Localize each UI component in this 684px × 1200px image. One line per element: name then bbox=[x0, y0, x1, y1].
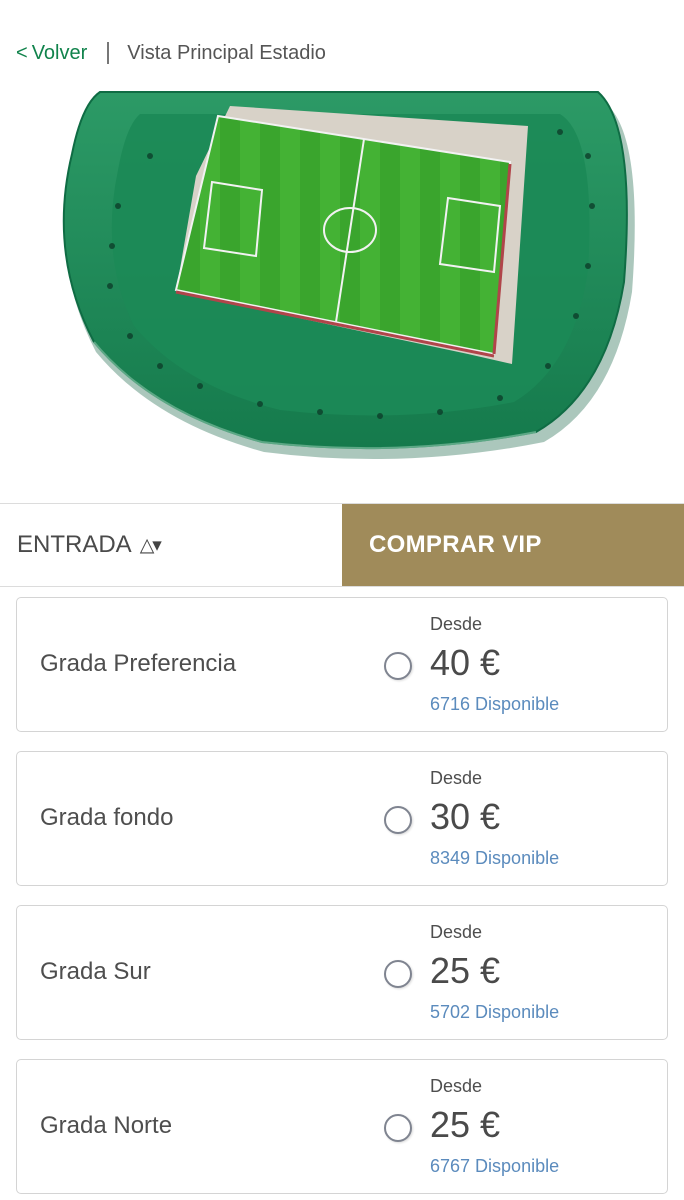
availability-text: 6767 Disponible bbox=[430, 1156, 560, 1176]
buy-vip-button[interactable]: COMPRAR VIP bbox=[342, 504, 684, 586]
back-button[interactable]: < Volver bbox=[16, 42, 87, 65]
section-name: Grada fondo bbox=[40, 804, 174, 831]
chevron-left-icon: < bbox=[16, 42, 28, 64]
stadium-illustration bbox=[62, 91, 635, 460]
tab-entrada-label: ENTRADA bbox=[17, 531, 132, 558]
from-label: Desde bbox=[430, 1076, 483, 1096]
select-radio[interactable] bbox=[384, 806, 412, 834]
breadcrumb-separator bbox=[107, 42, 110, 64]
section-card-sur[interactable]: Grada Sur Desde 25 € 5702 Disponible bbox=[16, 905, 668, 1040]
stadium-map[interactable] bbox=[0, 86, 684, 506]
select-radio[interactable] bbox=[384, 652, 412, 680]
tab-entrada[interactable]: ENTRADA △▾ bbox=[0, 504, 342, 586]
top-navigation: < Volver Vista Principal Estadio bbox=[0, 0, 684, 86]
availability-text: 6716 Disponible bbox=[430, 694, 560, 714]
section-name: Grada Sur bbox=[40, 958, 151, 985]
from-label: Desde bbox=[430, 614, 483, 634]
buy-vip-label: COMPRAR VIP bbox=[369, 531, 542, 558]
section-price: 30 € bbox=[430, 796, 501, 837]
from-label: Desde bbox=[430, 768, 483, 788]
back-label: Volver bbox=[31, 41, 88, 64]
section-card-norte[interactable]: Grada Norte Desde 25 € 6767 Disponible bbox=[16, 1059, 668, 1194]
page: < Volver Vista Principal Estadio ENTRADA… bbox=[0, 0, 684, 1200]
select-radio[interactable] bbox=[384, 1114, 412, 1142]
ticket-tabs: ENTRADA △▾ COMPRAR VIP bbox=[0, 503, 684, 587]
availability-text: 5702 Disponible bbox=[430, 1002, 560, 1022]
section-card-fondo[interactable]: Grada fondo Desde 30 € 8349 Disponible bbox=[16, 751, 668, 886]
sort-icon: △▾ bbox=[139, 534, 162, 556]
section-price: 40 € bbox=[430, 642, 501, 683]
section-price: 25 € bbox=[430, 950, 501, 991]
section-name: Grada Norte bbox=[40, 1112, 173, 1139]
section-list: Grada Preferencia Desde 40 € 6716 Dispon… bbox=[16, 597, 668, 1200]
section-price: 25 € bbox=[430, 1104, 501, 1145]
select-radio[interactable] bbox=[384, 960, 412, 988]
availability-text: 8349 Disponible bbox=[430, 848, 560, 868]
breadcrumb: Vista Principal Estadio bbox=[127, 41, 326, 64]
section-name: Grada Preferencia bbox=[40, 650, 237, 677]
section-card-preferencia[interactable]: Grada Preferencia Desde 40 € 6716 Dispon… bbox=[16, 597, 668, 732]
from-label: Desde bbox=[430, 922, 483, 942]
